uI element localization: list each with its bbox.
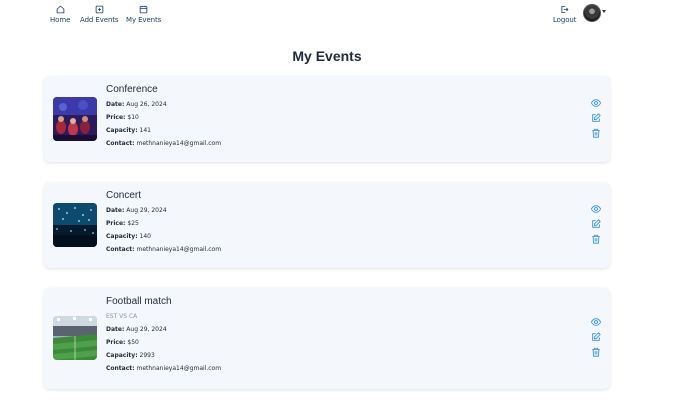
date-value: Aug 29, 2024 xyxy=(126,326,167,333)
capacity-label: Capacity: xyxy=(106,127,138,134)
event-details: Concert Date: Aug 29, 2024 Price: $25 Ca… xyxy=(106,190,221,259)
event-subtitle: EST VS CA xyxy=(106,313,138,320)
date-value: Aug 26, 2024 xyxy=(126,101,167,108)
navbar: Home Add Events My Events Logout xyxy=(0,0,676,34)
calendar-icon xyxy=(139,5,148,14)
plus-square-icon xyxy=(95,5,104,14)
event-date: Date: Aug 26, 2024 xyxy=(106,101,221,108)
chevron-down-icon[interactable] xyxy=(602,9,606,13)
price-value: $10 xyxy=(127,114,139,121)
price-value: $25 xyxy=(127,220,139,227)
capacity-label: Capacity: xyxy=(106,233,138,240)
nav-add-events-label: Add Events xyxy=(80,16,119,24)
contact-value: methnanieya14@gmail.com xyxy=(136,140,222,147)
edit-icon[interactable] xyxy=(591,113,601,123)
date-label: Date: xyxy=(106,101,125,108)
event-price: Price: $10 xyxy=(106,114,221,121)
nav-home[interactable]: Home xyxy=(50,5,70,24)
event-capacity: Capacity: 2993 xyxy=(106,352,221,359)
contact-label: Contact: xyxy=(106,140,135,147)
capacity-label: Capacity: xyxy=(106,352,138,359)
event-date: Date: Aug 29, 2024 xyxy=(106,326,221,333)
event-price: Price: $25 xyxy=(106,220,221,227)
conference-photo xyxy=(53,97,97,141)
event-contact: Contact: methnanieya14@gmail.com xyxy=(106,246,221,253)
event-card: Conference Date: Aug 26, 2024 Price: $10… xyxy=(44,76,610,162)
event-price: Price: $50 xyxy=(106,339,221,346)
trash-icon[interactable] xyxy=(591,347,601,357)
price-label: Price: xyxy=(106,339,126,346)
event-image xyxy=(53,97,97,141)
price-value: $50 xyxy=(127,339,139,346)
event-contact: Contact: methnanieya14@gmail.com xyxy=(106,140,221,147)
eye-icon[interactable] xyxy=(591,317,601,327)
event-actions xyxy=(591,204,601,244)
event-date: Date: Aug 29, 2024 xyxy=(106,207,221,214)
event-card: Concert Date: Aug 29, 2024 Price: $25 Ca… xyxy=(44,182,610,268)
contact-value: methnanieya14@gmail.com xyxy=(136,365,222,372)
edit-icon[interactable] xyxy=(591,332,601,342)
date-label: Date: xyxy=(106,326,125,333)
event-details: Football match EST VS CA Date: Aug 29, 2… xyxy=(106,296,221,378)
nav-logout-label: Logout xyxy=(553,16,577,24)
contact-label: Contact: xyxy=(106,246,135,253)
event-actions xyxy=(591,98,601,138)
event-title: Concert xyxy=(106,190,142,201)
date-label: Date: xyxy=(106,207,125,214)
edit-icon[interactable] xyxy=(591,219,601,229)
home-icon xyxy=(56,5,64,14)
nav-logout[interactable]: Logout xyxy=(553,5,576,24)
concert-photo xyxy=(53,203,97,247)
capacity-value: 2993 xyxy=(139,352,155,359)
event-image xyxy=(53,316,97,360)
event-contact: Contact: methnanieya14@gmail.com xyxy=(106,365,221,372)
stadium-photo xyxy=(53,316,97,360)
nav-add-events[interactable]: Add Events xyxy=(80,5,119,24)
event-capacity: Capacity: 140 xyxy=(106,233,221,240)
nav-my-events-label: My Events xyxy=(126,16,162,24)
event-capacity: Capacity: 141 xyxy=(106,127,221,134)
price-label: Price: xyxy=(106,114,126,121)
user-menu[interactable] xyxy=(583,4,606,22)
event-title: Conference xyxy=(106,84,158,95)
nav-home-label: Home xyxy=(50,16,71,24)
event-actions xyxy=(591,317,601,357)
nav-my-events[interactable]: My Events xyxy=(126,5,161,24)
capacity-value: 141 xyxy=(139,127,151,134)
event-image xyxy=(53,203,97,247)
date-value: Aug 29, 2024 xyxy=(126,207,167,214)
eye-icon[interactable] xyxy=(591,98,601,108)
avatar[interactable] xyxy=(583,4,601,22)
event-title: Football match xyxy=(106,296,172,307)
capacity-value: 140 xyxy=(139,233,151,240)
page-title: My Events xyxy=(292,48,362,64)
event-card: Football match EST VS CA Date: Aug 29, 2… xyxy=(44,288,610,389)
eye-icon[interactable] xyxy=(591,204,601,214)
logout-icon xyxy=(561,6,569,13)
contact-value: methnanieya14@gmail.com xyxy=(136,246,222,253)
trash-icon[interactable] xyxy=(591,128,601,138)
trash-icon[interactable] xyxy=(591,234,601,244)
price-label: Price: xyxy=(106,220,126,227)
contact-label: Contact: xyxy=(106,365,135,372)
event-details: Conference Date: Aug 26, 2024 Price: $10… xyxy=(106,84,221,153)
